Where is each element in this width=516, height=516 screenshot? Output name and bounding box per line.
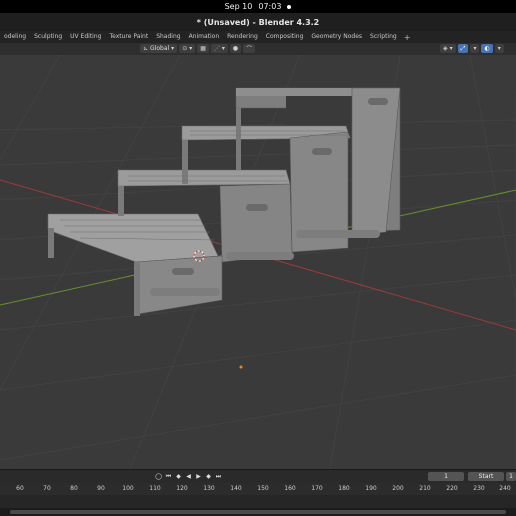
window-title: * (Unsaved) - Blender 4.3.2 [196,17,320,27]
ruler-tick: 170 [311,485,323,492]
system-top-bar: Sep 10 07:03 [0,0,516,13]
chevron-down-icon: ▾ [449,45,453,52]
play-icon[interactable]: ▶ [194,472,203,481]
tab-texture-paint[interactable]: Texture Paint [105,31,152,43]
ruler-tick: 130 [203,485,215,492]
tab-animation[interactable]: Animation [185,31,224,43]
keyframe-prev-icon[interactable]: ◆ [174,472,183,481]
tab-rendering[interactable]: Rendering [223,31,262,43]
visibility-dropdown[interactable]: ◈ ▾ [440,44,456,53]
ruler-tick: 190 [365,485,377,492]
transform-orientation-label: Global [150,45,170,52]
ruler-tick: 100 [122,485,134,492]
3d-viewport[interactable] [0,55,516,469]
timeline-scrollbar-thumb[interactable] [10,510,506,514]
system-date: Sep 10 [224,2,253,11]
jump-start-icon[interactable]: ⏮ [164,472,173,481]
ruler-tick: 90 [97,485,105,492]
overlay-dropdown[interactable]: ▾ [494,44,504,53]
ruler-tick: 160 [284,485,296,492]
add-workspace-button[interactable]: + [401,33,414,42]
ruler-tick: 110 [149,485,161,492]
notification-dot-icon [287,4,292,9]
timeline-track[interactable] [0,495,516,508]
world-origin-dot [239,365,243,369]
chevron-down-icon: ▾ [171,45,175,52]
ruler-tick: 220 [446,485,458,492]
ruler-tick: 70 [43,485,51,492]
overlay-icon: ◐ [484,45,490,52]
current-frame-field[interactable]: 1 [428,472,464,481]
ruler-tick: 210 [419,485,431,492]
ruler-tick: 80 [70,485,78,492]
ruler-tick: 150 [257,485,269,492]
play-reverse-icon[interactable]: ◀ [184,472,193,481]
record-icon[interactable]: ◯ [154,472,163,481]
keyframe-next-icon[interactable]: ◆ [204,472,213,481]
ruler-tick: 230 [473,485,485,492]
start-frame-field[interactable]: 1 [506,472,516,481]
tab-scripting[interactable]: Scripting [366,31,401,43]
ruler-tick: 200 [392,485,404,492]
viewport-scene [0,55,516,469]
chevron-down-icon: ▾ [189,45,193,52]
timeline-scrollbar[interactable] [0,508,516,516]
floor-grid [0,55,516,469]
transform-orientation-dropdown[interactable]: ⊾ Global ▾ [140,44,178,53]
ruler-tick: 180 [338,485,350,492]
gizmo-toggle[interactable]: ⤢ [457,44,469,53]
ruler-tick: 240 [499,485,511,492]
visibility-icon: ◈ [443,45,448,52]
system-time: 07:03 [258,2,282,11]
tab-modeling[interactable]: odeling [0,31,30,43]
proportional-icon: ● [232,45,239,52]
chevron-down-icon: ▾ [473,45,477,52]
proportional-falloff-dropdown[interactable]: ⌒ [243,44,256,53]
falloff-icon: ⌒ [246,46,253,53]
timeline-ruler[interactable]: 60 70 80 90 100 110 120 130 140 150 160 … [0,483,516,495]
tab-geometry-nodes[interactable]: Geometry Nodes [307,31,366,43]
ruler-tick: 120 [176,485,188,492]
tab-compositing[interactable]: Compositing [262,31,308,43]
tab-shading[interactable]: Shading [152,31,184,43]
gizmo-icon: ⤢ [460,44,466,52]
window-title-bar: * (Unsaved) - Blender 4.3.2 [0,13,516,31]
snap-toggle[interactable]: ▦ [197,44,209,53]
timeline-header: ◯ ⏮ ◆ ◀ ▶ ◆ ⏭ 1 Start 1 [0,469,516,483]
ruler-tick: 60 [16,485,24,492]
tab-sculpting[interactable]: Sculpting [30,31,66,43]
overlay-toggle[interactable]: ◐ [481,44,493,53]
viewport-header: ⊾ Global ▾ ⊙ ▾ ▦ ⋰ ▾ ● ⌒ ◈ ▾ ⤢ ▾ ◐ ▾ [0,43,516,55]
workspace-tabs: odeling Sculpting UV Editing Texture Pai… [0,31,516,43]
orientation-icon: ⊾ [143,45,149,52]
pivot-point-dropdown[interactable]: ⊙ ▾ [179,44,196,53]
proportional-edit-toggle[interactable]: ● [229,44,242,53]
chevron-down-icon: ▾ [497,45,501,52]
start-frame-label[interactable]: Start [468,472,504,481]
ruler-tick: 140 [230,485,242,492]
tab-uv-editing[interactable]: UV Editing [66,31,105,43]
jump-end-icon[interactable]: ⏭ [214,472,223,481]
gizmo-dropdown[interactable]: ▾ [470,44,480,53]
snap-target-dropdown[interactable]: ⋰ ▾ [210,44,228,53]
pivot-icon: ⊙ [182,45,188,52]
snap-icon: ▦ [200,45,206,52]
chevron-down-icon: ▾ [221,45,225,52]
snap-target-icon: ⋰ [213,45,220,52]
